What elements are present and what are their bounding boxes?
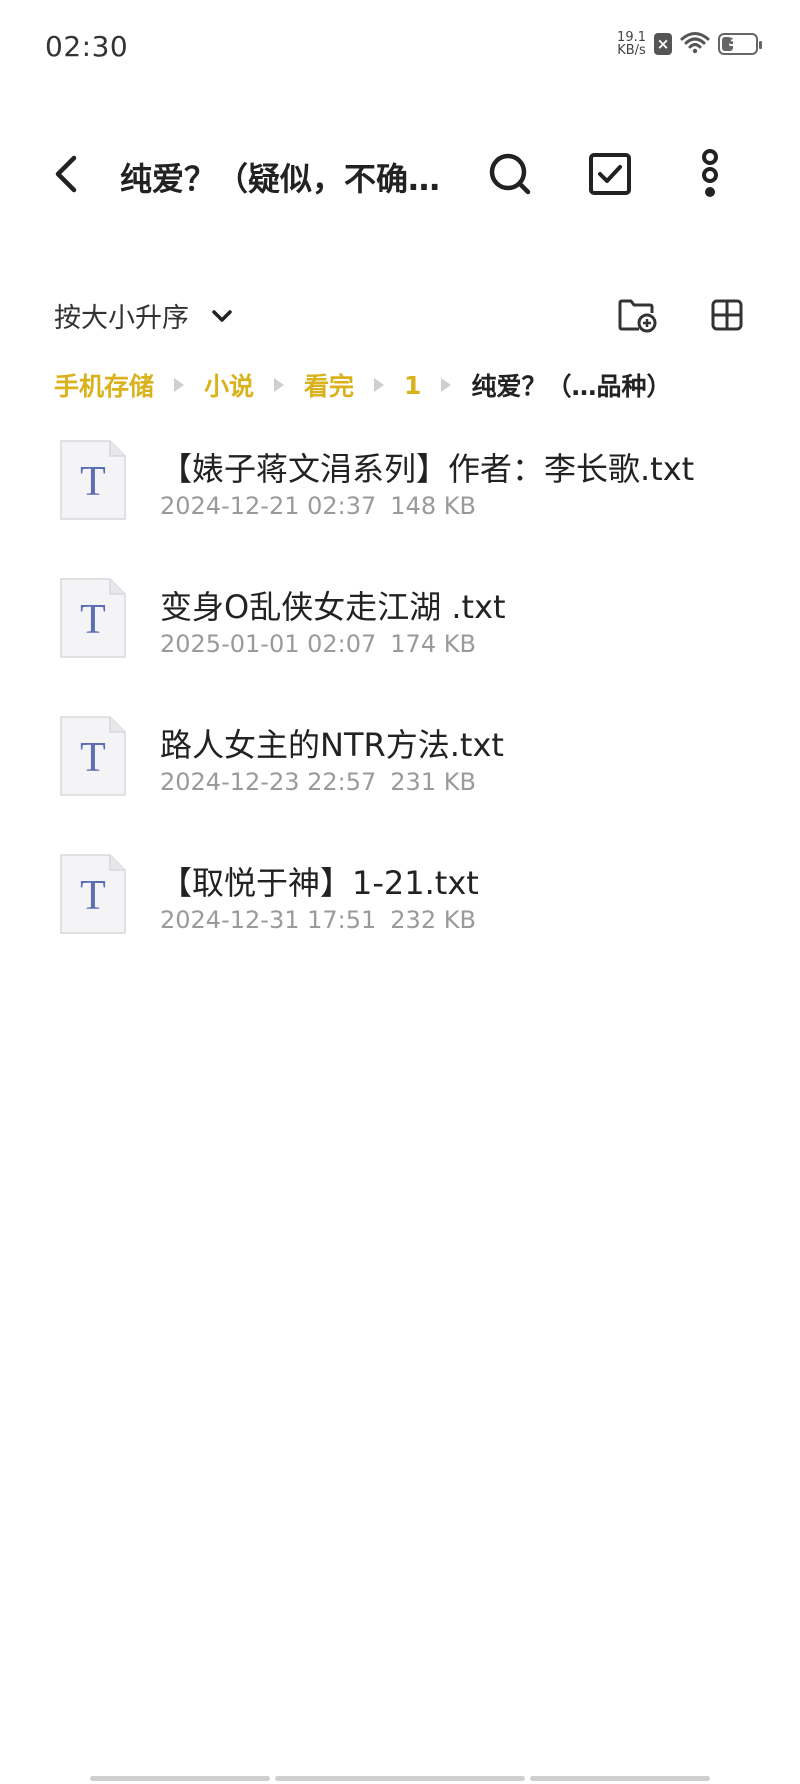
wifi-icon — [680, 30, 710, 58]
app-bar: 纯爱？（疑似，不确… — [0, 130, 800, 220]
file-name: 【取悦于神】1-21.txt — [160, 864, 479, 902]
nav-hint-right[interactable] — [530, 1776, 710, 1781]
breadcrumb-separator-icon — [274, 378, 285, 392]
file-item[interactable]: T 路人女主的NTR方法.txt 2024-12-23 22:57 231 KB — [0, 706, 800, 844]
file-name: 路人女主的NTR方法.txt — [160, 726, 504, 764]
more-button[interactable] — [680, 144, 740, 204]
file-icon-letter: T — [80, 735, 106, 781]
file-size: 148 KB — [390, 492, 476, 520]
status-icons: 19.1 KB/s × 33 — [617, 30, 762, 58]
breadcrumb: 手机存储 小说 看完 1 纯爱？（…品种） — [54, 365, 671, 405]
file-icon-letter: T — [80, 873, 106, 919]
breadcrumb-separator-icon — [374, 378, 385, 392]
status-time: 02:30 — [45, 30, 129, 63]
file-meta: 2025-01-01 02:07 174 KB — [160, 630, 476, 658]
text-file-icon: T — [60, 854, 126, 934]
file-meta: 2024-12-21 02:37 148 KB — [160, 492, 476, 520]
nav-hint-center[interactable] — [275, 1776, 525, 1781]
file-item[interactable]: T 【取悦于神】1-21.txt 2024-12-31 17:51 232 KB — [0, 844, 800, 982]
chevron-left-icon — [55, 155, 77, 193]
network-speed: 19.1 KB/s — [617, 31, 646, 57]
folder-title: 纯爱？（疑似，不确… — [120, 160, 441, 198]
breadcrumb-item[interactable]: 手机存储 — [54, 367, 154, 403]
no-sim-icon: × — [654, 33, 672, 55]
network-speed-unit: KB/s — [617, 43, 646, 58]
view-toggle-button[interactable] — [704, 292, 750, 338]
nav-hint-left[interactable] — [90, 1776, 270, 1781]
chevron-down-icon — [212, 309, 232, 322]
battery-tip — [759, 41, 762, 49]
file-list: T 【婊子蒋文涓系列】作者：李长歌.txt 2024-12-21 02:37 14… — [0, 430, 800, 982]
file-item[interactable]: T 【婊子蒋文涓系列】作者：李长歌.txt 2024-12-21 02:37 14… — [0, 430, 800, 568]
file-date: 2025-01-01 02:07 — [160, 630, 377, 658]
breadcrumb-item[interactable]: 小说 — [204, 367, 254, 403]
file-size: 231 KB — [390, 768, 476, 796]
new-folder-icon — [618, 299, 657, 333]
file-name: 【婊子蒋文涓系列】作者：李长歌.txt — [160, 450, 695, 488]
new-folder-button[interactable] — [614, 292, 660, 338]
breadcrumb-current: 纯爱？（…品种） — [471, 372, 672, 401]
file-item[interactable]: T 变身O乱侠女走江湖 .txt 2025-01-01 02:07 174 KB — [0, 568, 800, 706]
sort-label: 按大小升序 — [54, 303, 189, 334]
file-size: 174 KB — [390, 630, 476, 658]
check-square-icon — [589, 153, 631, 195]
file-icon-letter: T — [80, 459, 106, 505]
breadcrumb-separator-icon — [174, 378, 185, 392]
list-toolbar: 按大小升序 — [0, 284, 800, 344]
breadcrumb-item[interactable]: 看完 — [304, 367, 354, 403]
file-date: 2024-12-23 22:57 — [160, 768, 377, 796]
search-button[interactable] — [480, 144, 540, 204]
more-vertical-icon — [702, 149, 718, 197]
select-button[interactable] — [580, 144, 640, 204]
breadcrumb-separator-icon — [441, 378, 452, 392]
file-meta: 2024-12-23 22:57 231 KB — [160, 768, 476, 796]
text-file-icon: T — [60, 440, 126, 520]
battery-level: 33 — [728, 34, 748, 50]
file-date: 2024-12-31 17:51 — [160, 906, 377, 934]
status-bar: 02:30 19.1 KB/s × 33 — [0, 0, 800, 96]
sort-dropdown[interactable]: 按大小升序 — [54, 296, 233, 335]
file-date: 2024-12-21 02:37 — [160, 492, 377, 520]
breadcrumb-item[interactable]: 1 — [404, 371, 421, 400]
search-icon — [489, 153, 531, 195]
file-size: 232 KB — [390, 906, 476, 934]
file-meta: 2024-12-31 17:51 232 KB — [160, 906, 476, 934]
file-icon-letter: T — [80, 597, 106, 643]
text-file-icon: T — [60, 716, 126, 796]
battery-icon: 33 — [718, 33, 762, 55]
text-file-icon: T — [60, 578, 126, 658]
file-name: 变身O乱侠女走江湖 .txt — [160, 588, 506, 626]
grid-view-icon — [711, 299, 743, 331]
back-button[interactable] — [40, 146, 96, 202]
